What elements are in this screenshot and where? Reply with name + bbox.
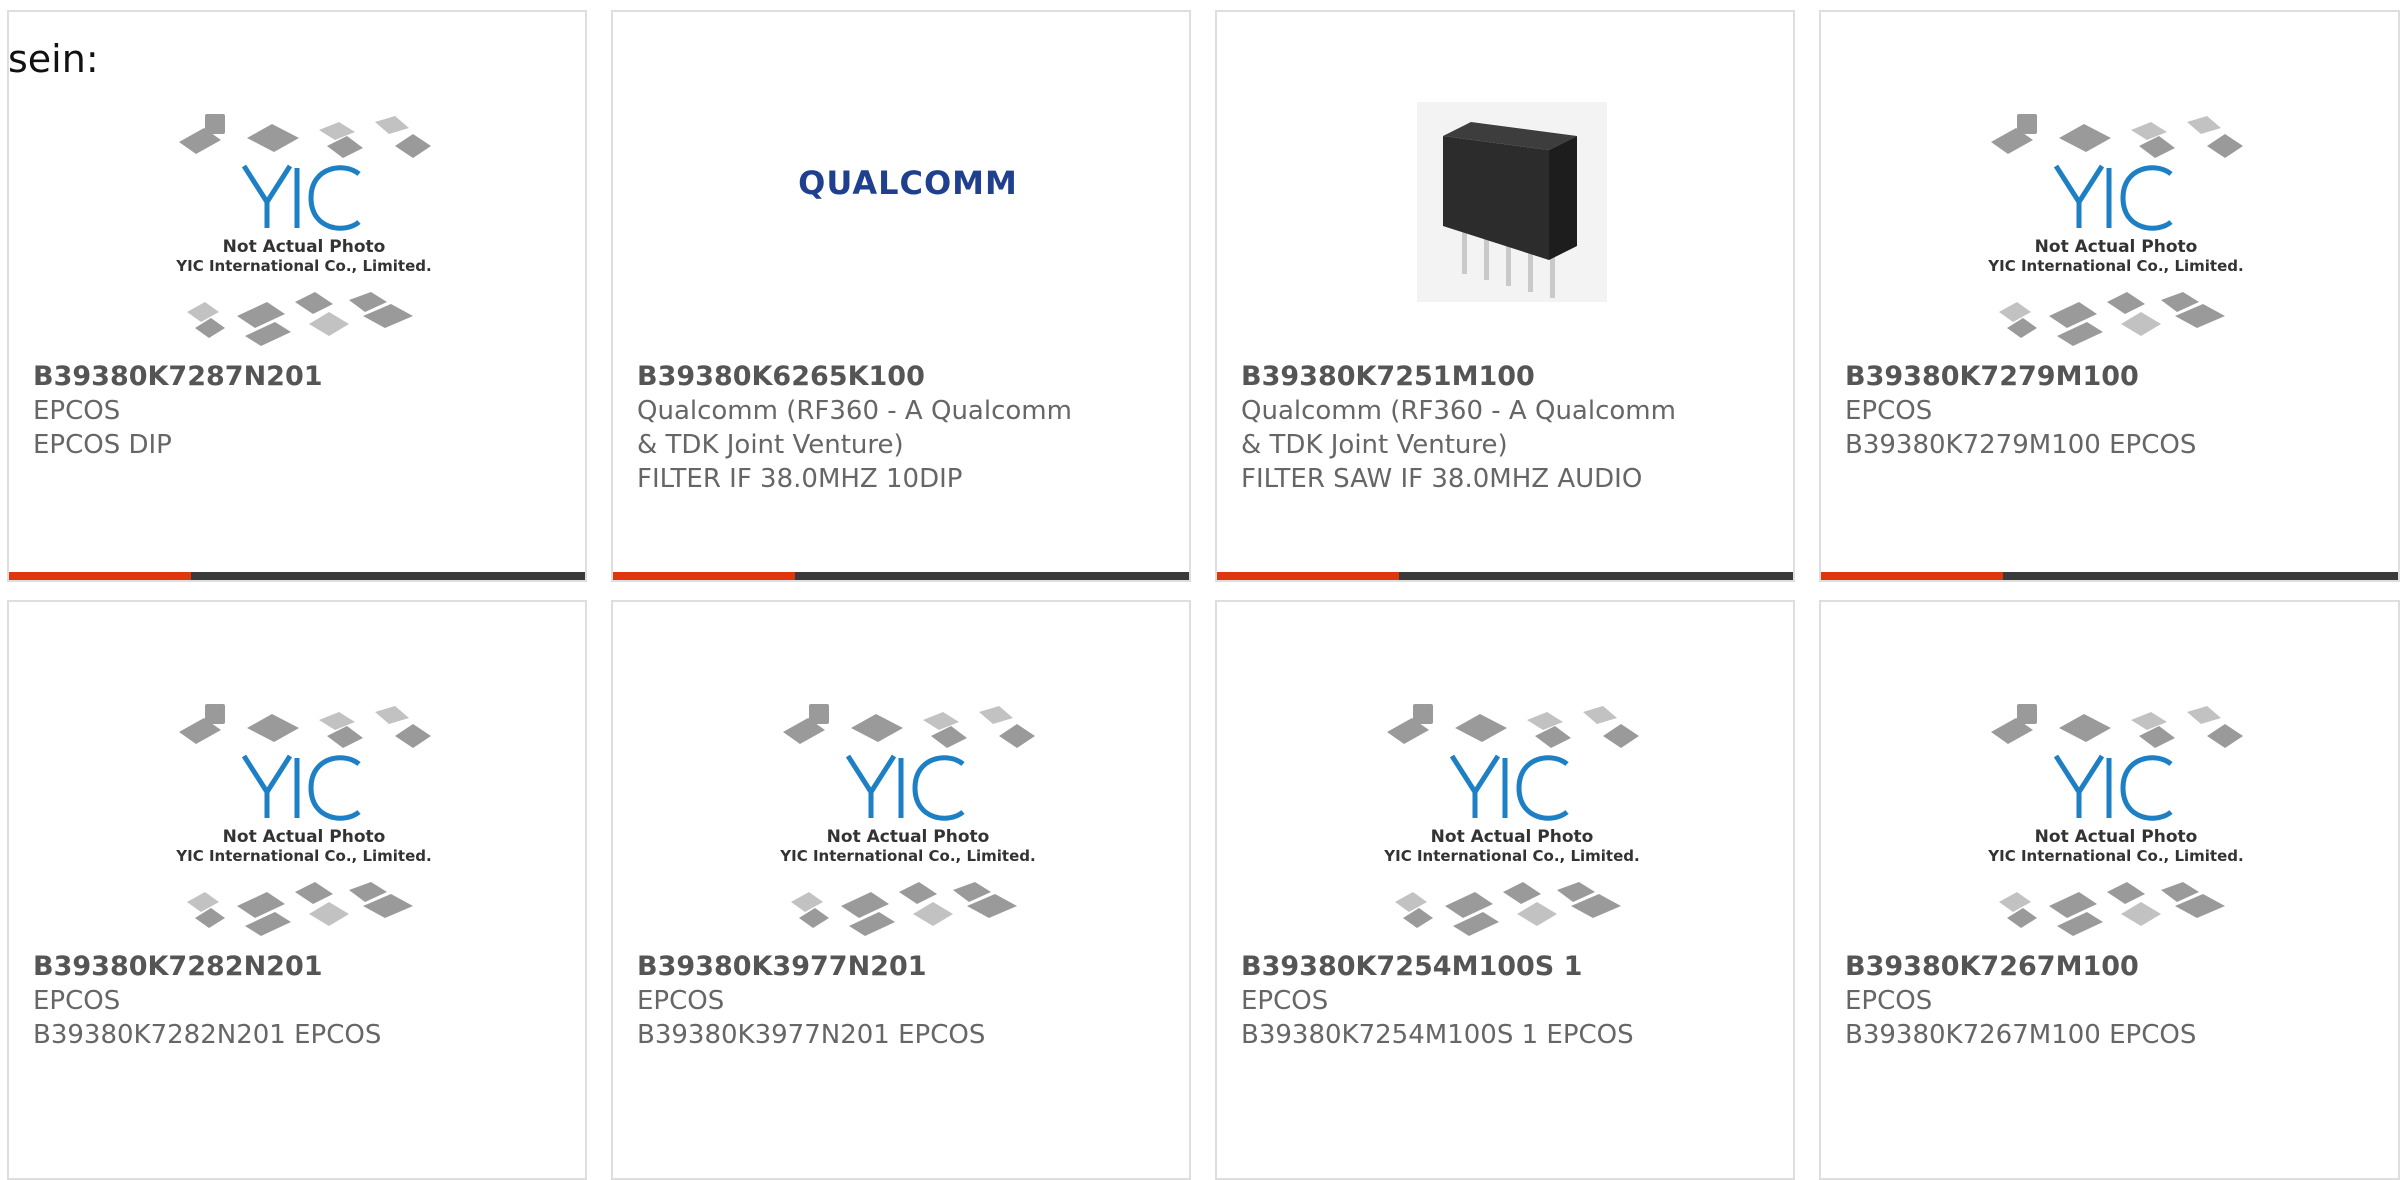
yic-logo-icon — [845, 754, 965, 821]
product-image-photo[interactable] — [1367, 102, 1657, 362]
description: B39380K7254M100S 1 EPCOS — [1241, 1020, 1634, 1050]
chip-icons-top — [179, 114, 431, 158]
chip-icons-top — [1387, 704, 1639, 748]
qualcomm-logo-icon: QUALCOMM — [798, 164, 1018, 202]
description: B39380K7279M100 EPCOS — [1845, 430, 2197, 460]
product-info: B39380K7254M100S 1 EPCOS B39380K7254M100… — [1241, 950, 1769, 1052]
product-grid: Not Actual Photo YIC International Co., … — [0, 0, 2400, 1180]
chip-icons-bottom — [187, 882, 413, 936]
not-actual-photo-icon: Not Actual Photo YIC International Co., … — [1987, 704, 2244, 936]
product-card[interactable]: QUALCOMM B39380K6265K100 Qualcomm (RF360… — [611, 10, 1191, 582]
svg-text:QUALCOMM: QUALCOMM — [798, 164, 1018, 202]
description: FILTER SAW IF 38.0MHZ AUDIO — [1241, 464, 1643, 494]
manufacturer: EPCOS — [33, 396, 121, 426]
part-number-link[interactable]: B39380K7282N201 — [33, 950, 561, 984]
product-info: B39380K7279M100 EPCOS B39380K7279M100 EP… — [1845, 360, 2374, 462]
chip-icons-bottom — [187, 292, 413, 346]
manufacturer: EPCOS — [1241, 986, 1329, 1016]
not-actual-photo-icon: Not Actual Photo YIC International Co., … — [175, 704, 432, 936]
chip-icons-top — [179, 704, 431, 748]
yic-logo-icon — [241, 164, 361, 231]
part-number-link[interactable]: B39380K7279M100 — [1845, 360, 2374, 394]
chip-icons-top — [1991, 114, 2243, 158]
product-card[interactable]: Not Actual Photo YIC International Co., … — [7, 600, 587, 1180]
part-number-link[interactable]: B39380K7251M100 — [1241, 360, 1769, 394]
svg-text:Not Actual Photo: Not Actual Photo — [223, 827, 386, 847]
manufacturer-line-2: & TDK Joint Venture) — [637, 430, 904, 460]
manufacturer-line-1: Qualcomm (RF360 - A Qualcomm — [637, 396, 1072, 426]
svg-text:YIC International Co., Limited: YIC International Co., Limited. — [779, 847, 1035, 865]
svg-text:YIC International Co., Limited: YIC International Co., Limited. — [175, 847, 431, 865]
card-bar-accent — [1217, 572, 1399, 580]
svg-text:YIC International Co., Limited: YIC International Co., Limited. — [1383, 847, 1639, 865]
yic-logo-icon — [241, 754, 361, 821]
chip-icons-top — [1991, 704, 2243, 748]
manufacturer: EPCOS — [1845, 396, 1933, 426]
manufacturer: EPCOS — [1845, 986, 1933, 1016]
manufacturer: EPCOS — [637, 986, 725, 1016]
product-card[interactable]: Not Actual Photo YIC International Co., … — [1215, 600, 1795, 1180]
card-bar-accent — [613, 572, 795, 580]
product-info: B39380K3977N201 EPCOS B39380K3977N201 EP… — [637, 950, 1165, 1052]
product-card[interactable]: Not Actual Photo YIC International Co., … — [1819, 600, 2400, 1180]
card-bar — [9, 572, 585, 580]
product-image-placeholder[interactable]: Not Actual Photo YIC International Co., … — [763, 692, 1053, 952]
card-bar — [613, 572, 1189, 580]
svg-text:YIC International Co., Limited: YIC International Co., Limited. — [175, 257, 431, 275]
not-actual-photo-icon: Not Actual Photo YIC International Co., … — [1383, 704, 1640, 936]
svg-text:YIC International Co., Limited: YIC International Co., Limited. — [1987, 847, 2243, 865]
card-bar — [1821, 572, 2398, 580]
product-card[interactable]: Not Actual Photo YIC International Co., … — [7, 10, 587, 582]
product-image-brand[interactable]: QUALCOMM — [763, 102, 1053, 362]
chip-icons-bottom — [1999, 292, 2225, 346]
description: FILTER IF 38.0MHZ 10DIP — [637, 464, 963, 494]
product-info: B39380K7251M100 Qualcomm (RF360 - A Qual… — [1241, 360, 1769, 496]
chip-icons-bottom — [1999, 882, 2225, 936]
part-number-link[interactable]: B39380K6265K100 — [637, 360, 1165, 394]
product-image-placeholder[interactable]: Not Actual Photo YIC International Co., … — [159, 692, 449, 952]
description: B39380K7267M100 EPCOS — [1845, 1020, 2197, 1050]
svg-text:Not Actual Photo: Not Actual Photo — [827, 827, 990, 847]
product-card[interactable]: Not Actual Photo YIC International Co., … — [1819, 10, 2400, 582]
chip-icons-bottom — [791, 882, 1017, 936]
dip-component-icon — [1417, 102, 1607, 302]
product-info: B39380K6265K100 Qualcomm (RF360 - A Qual… — [637, 360, 1165, 496]
svg-text:YIC International Co., Limited: YIC International Co., Limited. — [1987, 257, 2243, 275]
product-info: B39380K7282N201 EPCOS B39380K7282N201 EP… — [33, 950, 561, 1052]
description: B39380K7282N201 EPCOS — [33, 1020, 382, 1050]
product-card[interactable]: Not Actual Photo YIC International Co., … — [611, 600, 1191, 1180]
product-image-placeholder[interactable]: Not Actual Photo YIC International Co., … — [1971, 692, 2261, 952]
not-actual-photo-icon: Not Actual Photo YIC International Co., … — [779, 704, 1036, 936]
part-number-link[interactable]: B39380K7254M100S 1 — [1241, 950, 1769, 984]
part-number-link[interactable]: B39380K7287N201 — [33, 360, 561, 394]
description: B39380K3977N201 EPCOS — [637, 1020, 986, 1050]
product-image-placeholder[interactable]: Not Actual Photo YIC International Co., … — [159, 102, 449, 362]
product-image-placeholder[interactable]: Not Actual Photo YIC International Co., … — [1367, 692, 1657, 952]
not-actual-photo-icon: Not Actual Photo YIC International Co., … — [1987, 114, 2244, 346]
manufacturer-line-1: Qualcomm (RF360 - A Qualcomm — [1241, 396, 1676, 426]
description: EPCOS DIP — [33, 430, 172, 460]
manufacturer: EPCOS — [33, 986, 121, 1016]
card-bar-accent — [9, 572, 191, 580]
manufacturer-line-2: & TDK Joint Venture) — [1241, 430, 1508, 460]
not-actual-photo-icon: Not Actual Photo YIC International Co., … — [175, 114, 432, 346]
card-bar-accent — [1821, 572, 2003, 580]
product-info: B39380K7267M100 EPCOS B39380K7267M100 EP… — [1845, 950, 2374, 1052]
svg-text:Not Actual Photo: Not Actual Photo — [1431, 827, 1594, 847]
chip-icons-bottom — [1395, 882, 1621, 936]
part-number-link[interactable]: B39380K3977N201 — [637, 950, 1165, 984]
yic-logo-icon — [2053, 754, 2173, 821]
product-image-placeholder[interactable]: Not Actual Photo YIC International Co., … — [1971, 102, 2261, 362]
yic-logo-icon — [2053, 164, 2173, 231]
svg-text:Not Actual Photo: Not Actual Photo — [223, 237, 386, 257]
part-number-link[interactable]: B39380K7267M100 — [1845, 950, 2374, 984]
svg-text:Not Actual Photo: Not Actual Photo — [2035, 237, 2198, 257]
chip-icons-top — [783, 704, 1035, 748]
product-card[interactable]: B39380K7251M100 Qualcomm (RF360 - A Qual… — [1215, 10, 1795, 582]
card-bar — [1217, 572, 1793, 580]
yic-logo-icon — [1449, 754, 1569, 821]
svg-text:Not Actual Photo: Not Actual Photo — [2035, 827, 2198, 847]
intro-text: sein: — [8, 37, 99, 81]
product-info: B39380K7287N201 EPCOS EPCOS DIP — [33, 360, 561, 462]
